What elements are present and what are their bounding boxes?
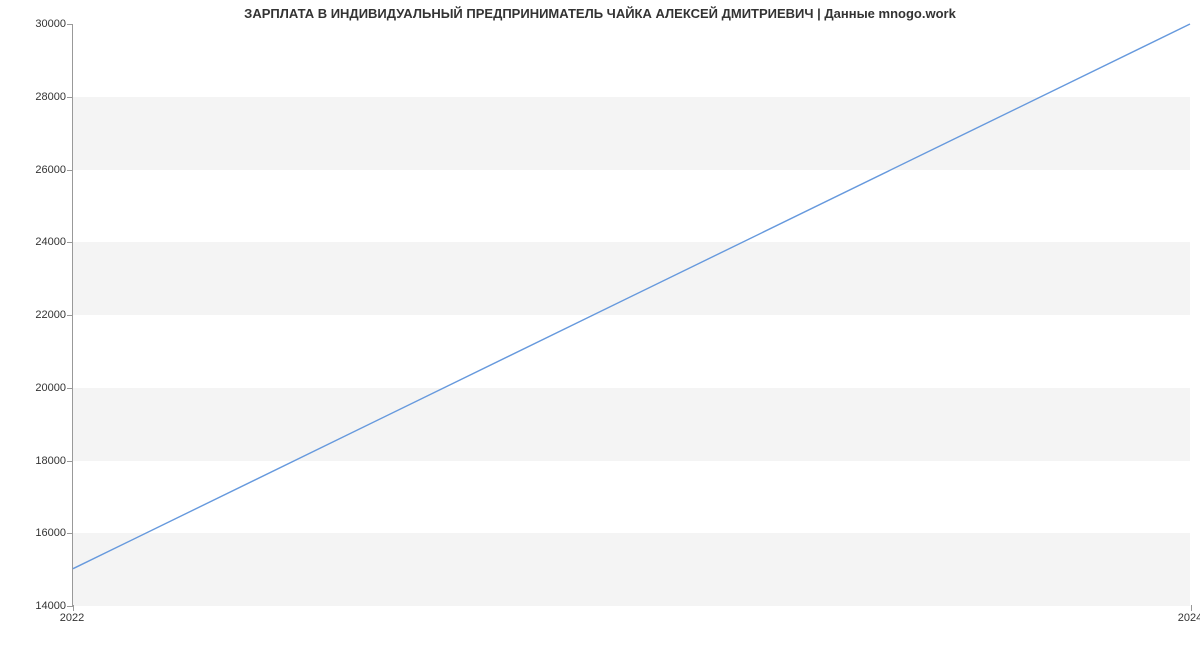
y-axis-label: 18000 bbox=[6, 455, 66, 467]
x-axis-label: 2024 bbox=[1178, 612, 1200, 624]
y-axis-label: 16000 bbox=[6, 527, 66, 539]
chart-plot-area bbox=[72, 24, 1190, 606]
x-tick bbox=[1191, 605, 1192, 611]
y-axis-label: 24000 bbox=[6, 236, 66, 248]
y-tick bbox=[67, 533, 73, 534]
chart-title: ЗАРПЛАТА В ИНДИВИДУАЛЬНЫЙ ПРЕДПРИНИМАТЕЛ… bbox=[0, 0, 1200, 21]
y-tick bbox=[67, 24, 73, 25]
y-tick bbox=[67, 242, 73, 243]
chart-series-line bbox=[73, 24, 1190, 569]
chart-line-svg bbox=[73, 24, 1190, 605]
y-axis-label: 28000 bbox=[6, 91, 66, 103]
y-axis-label: 30000 bbox=[6, 18, 66, 30]
y-tick bbox=[67, 315, 73, 316]
y-axis-label: 26000 bbox=[6, 164, 66, 176]
y-axis-label: 20000 bbox=[6, 382, 66, 394]
y-tick bbox=[67, 97, 73, 98]
x-axis-label: 2022 bbox=[60, 612, 84, 624]
y-tick bbox=[67, 170, 73, 171]
y-tick bbox=[67, 461, 73, 462]
y-tick bbox=[67, 388, 73, 389]
y-axis-label: 14000 bbox=[6, 600, 66, 612]
y-axis-label: 22000 bbox=[6, 309, 66, 321]
x-tick bbox=[73, 605, 74, 611]
